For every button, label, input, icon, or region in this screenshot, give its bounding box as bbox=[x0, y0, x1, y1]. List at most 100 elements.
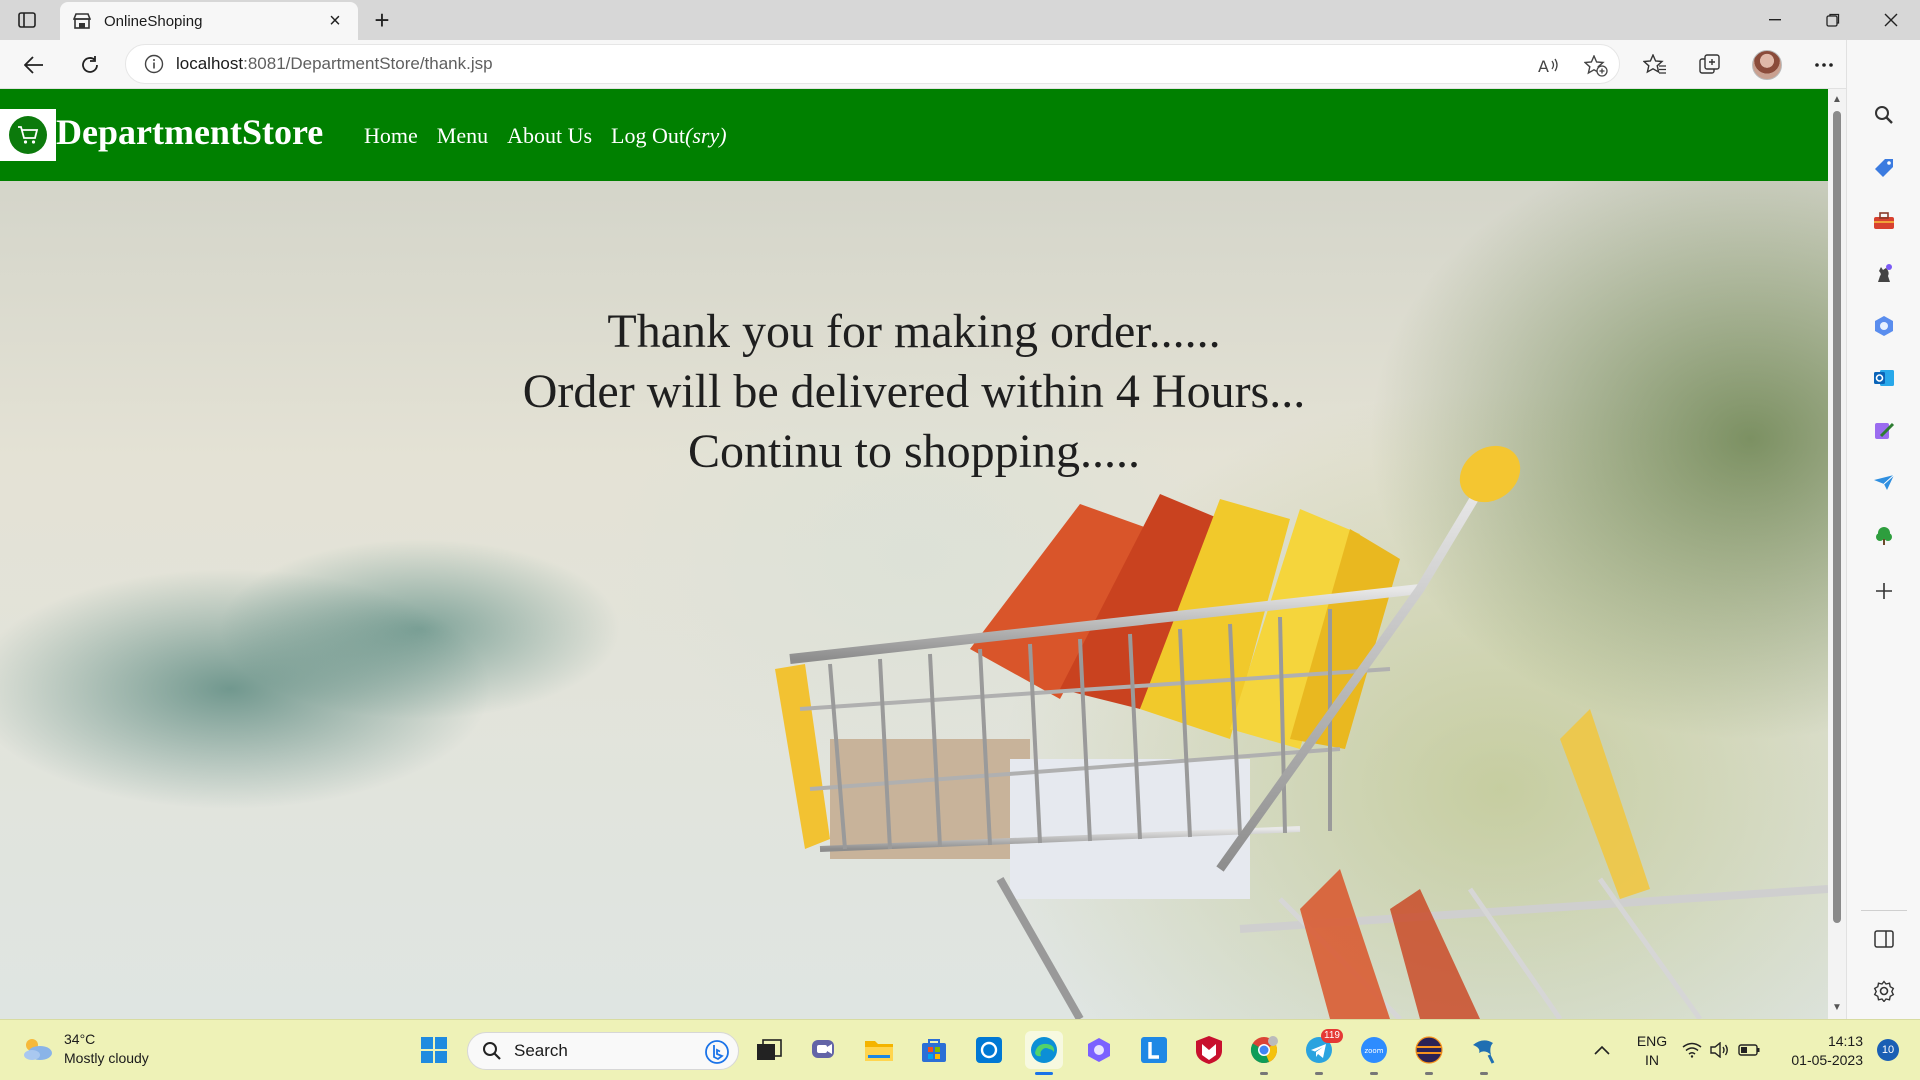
message-line-1: Thank you for making order...... bbox=[607, 305, 1221, 358]
launcher-l-icon[interactable] bbox=[1135, 1031, 1173, 1069]
nav-menu-link[interactable]: Menu bbox=[437, 123, 488, 149]
lang-top: ENG bbox=[1636, 1033, 1668, 1049]
send-icon[interactable] bbox=[1869, 468, 1899, 498]
mcafee-icon[interactable] bbox=[1190, 1031, 1228, 1069]
file-explorer-icon[interactable] bbox=[860, 1031, 898, 1069]
task-view-icon[interactable] bbox=[750, 1031, 788, 1069]
scroll-down-icon[interactable]: ▼ bbox=[1831, 1001, 1843, 1013]
nav-logout-link[interactable]: Log Out(sry) bbox=[611, 123, 727, 149]
weather-widget[interactable]: 34°C Mostly cloudy bbox=[20, 1030, 149, 1068]
url-text: localhost:8081/DepartmentStore/thank.jsp bbox=[176, 54, 493, 73]
scroll-up-icon[interactable]: ▲ bbox=[1831, 93, 1843, 105]
copilot-taskbar-icon[interactable] bbox=[1080, 1031, 1118, 1069]
scroll-thumb[interactable] bbox=[1833, 111, 1841, 923]
system-tray-status[interactable] bbox=[1679, 1031, 1763, 1069]
taskbar-search[interactable]: Search bbox=[467, 1032, 739, 1070]
chess-icon[interactable] bbox=[1869, 258, 1899, 288]
ms-store-icon[interactable] bbox=[915, 1031, 953, 1069]
search-icon bbox=[483, 1042, 501, 1060]
search-icon[interactable] bbox=[1869, 100, 1899, 130]
weather-temp: 34°C bbox=[64, 1031, 96, 1047]
zoom-icon[interactable]: zoom bbox=[1355, 1031, 1393, 1075]
favorites-icon[interactable] bbox=[1638, 48, 1672, 82]
more-options-icon[interactable] bbox=[1807, 48, 1841, 82]
tab-actions-icon[interactable] bbox=[14, 8, 40, 32]
active-app-indicator bbox=[1035, 1072, 1053, 1075]
copilot-icon[interactable] bbox=[1869, 311, 1899, 341]
edge-browser-icon[interactable] bbox=[1025, 1031, 1063, 1075]
notification-count: 10 bbox=[1877, 1039, 1899, 1061]
minimize-icon[interactable] bbox=[1752, 4, 1798, 36]
search-label: Search bbox=[514, 1041, 568, 1060]
logout-label: Log Out bbox=[611, 123, 685, 148]
shopping-cart-illustration bbox=[775, 445, 1828, 1019]
brand-name[interactable]: DepartmentStore bbox=[56, 111, 323, 153]
lang-bottom: IN bbox=[1645, 1052, 1659, 1068]
restore-icon[interactable] bbox=[1810, 4, 1856, 36]
page-scrollbar[interactable]: ▲ ▼ bbox=[1828, 89, 1846, 1019]
back-icon[interactable] bbox=[17, 48, 51, 82]
tray-chevron-up-icon[interactable] bbox=[1583, 1031, 1621, 1069]
profile-avatar[interactable] bbox=[1750, 48, 1784, 82]
svg-text:zoom: zoom bbox=[1364, 1047, 1383, 1055]
windows-taskbar: 34°C Mostly cloudy Search 119 zoom ENG I… bbox=[0, 1019, 1920, 1080]
eclipse-icon[interactable] bbox=[1410, 1031, 1448, 1075]
language-indicator[interactable]: ENG IN bbox=[1630, 1032, 1674, 1070]
nav-home-link[interactable]: Home bbox=[364, 123, 418, 149]
designer-icon[interactable] bbox=[1869, 416, 1899, 446]
message-line-2: Order will be delivered within 4 Hours..… bbox=[522, 365, 1306, 418]
tab-bar: OnlineShoping × + bbox=[0, 0, 1920, 40]
edge-sidebar bbox=[1846, 40, 1920, 1019]
refresh-icon[interactable] bbox=[73, 48, 107, 82]
settings-icon[interactable] bbox=[1869, 976, 1899, 1006]
chrome-icon[interactable] bbox=[1245, 1031, 1283, 1075]
wifi-icon bbox=[1682, 1042, 1702, 1058]
new-tab-icon[interactable]: + bbox=[368, 5, 396, 35]
read-aloud-icon[interactable]: A bbox=[1534, 51, 1564, 81]
nav-about-link[interactable]: About Us bbox=[507, 123, 592, 149]
running-app-indicator bbox=[1260, 1072, 1268, 1075]
address-bar[interactable]: localhost:8081/DepartmentStore/thank.jsp… bbox=[125, 44, 1620, 84]
site-header: DepartmentStore Home Menu About Us Log O… bbox=[0, 89, 1828, 181]
cortana-icon[interactable] bbox=[970, 1031, 1008, 1069]
split-screen-icon[interactable] bbox=[1869, 924, 1899, 954]
running-app-indicator bbox=[1315, 1072, 1323, 1075]
running-app-indicator bbox=[1370, 1072, 1378, 1075]
windows-start-icon[interactable] bbox=[415, 1031, 453, 1069]
volume-icon bbox=[1710, 1042, 1728, 1058]
browser-toolbar: localhost:8081/DepartmentStore/thank.jsp… bbox=[0, 40, 1920, 89]
svg-text:A: A bbox=[1538, 57, 1549, 75]
weather-desc: Mostly cloudy bbox=[64, 1050, 149, 1066]
clock[interactable]: 14:13 01-05-2023 bbox=[1779, 1032, 1863, 1070]
tab-title: OnlineShoping bbox=[104, 12, 203, 30]
store-favicon-icon bbox=[72, 11, 92, 31]
site-nav: Home Menu About Us Log Out(sry) bbox=[364, 123, 727, 149]
running-app-indicator bbox=[1425, 1072, 1433, 1075]
telegram-icon[interactable]: 119 bbox=[1300, 1029, 1343, 1075]
site-logo[interactable] bbox=[0, 109, 56, 161]
bing-search-icon bbox=[704, 1039, 730, 1070]
hero-background: DepartmentStore Home Menu About Us Log O… bbox=[0, 89, 1828, 1019]
tree-icon[interactable] bbox=[1869, 521, 1899, 551]
add-favorite-icon[interactable] bbox=[1581, 51, 1611, 81]
telegram-badge: 119 bbox=[1321, 1029, 1343, 1043]
page-viewport: DepartmentStore Home Menu About Us Log O… bbox=[0, 89, 1828, 1019]
browser-tab[interactable]: OnlineShoping × bbox=[60, 2, 358, 40]
thank-you-message: Thank you for making order...... Order w… bbox=[0, 302, 1828, 482]
notification-badge[interactable]: 10 bbox=[1874, 1031, 1902, 1069]
cloud-weather-icon bbox=[24, 1039, 52, 1060]
sidebar-divider bbox=[1861, 910, 1907, 911]
mysql-dolphin-icon[interactable] bbox=[1465, 1031, 1503, 1075]
toolbox-icon[interactable] bbox=[1869, 206, 1899, 236]
add-icon[interactable] bbox=[1869, 576, 1899, 606]
close-window-icon[interactable] bbox=[1868, 4, 1914, 36]
clock-time: 14:13 bbox=[1827, 1033, 1863, 1049]
outlook-icon[interactable] bbox=[1869, 363, 1899, 393]
tab-close-icon[interactable]: × bbox=[324, 10, 346, 32]
message-line-3: Continu to shopping..... bbox=[687, 425, 1141, 478]
tag-icon[interactable] bbox=[1869, 153, 1899, 183]
site-info-icon[interactable] bbox=[134, 44, 174, 84]
collections-icon[interactable] bbox=[1693, 48, 1727, 82]
logged-in-user: (sry) bbox=[685, 123, 727, 148]
teams-chat-icon[interactable] bbox=[805, 1031, 843, 1069]
